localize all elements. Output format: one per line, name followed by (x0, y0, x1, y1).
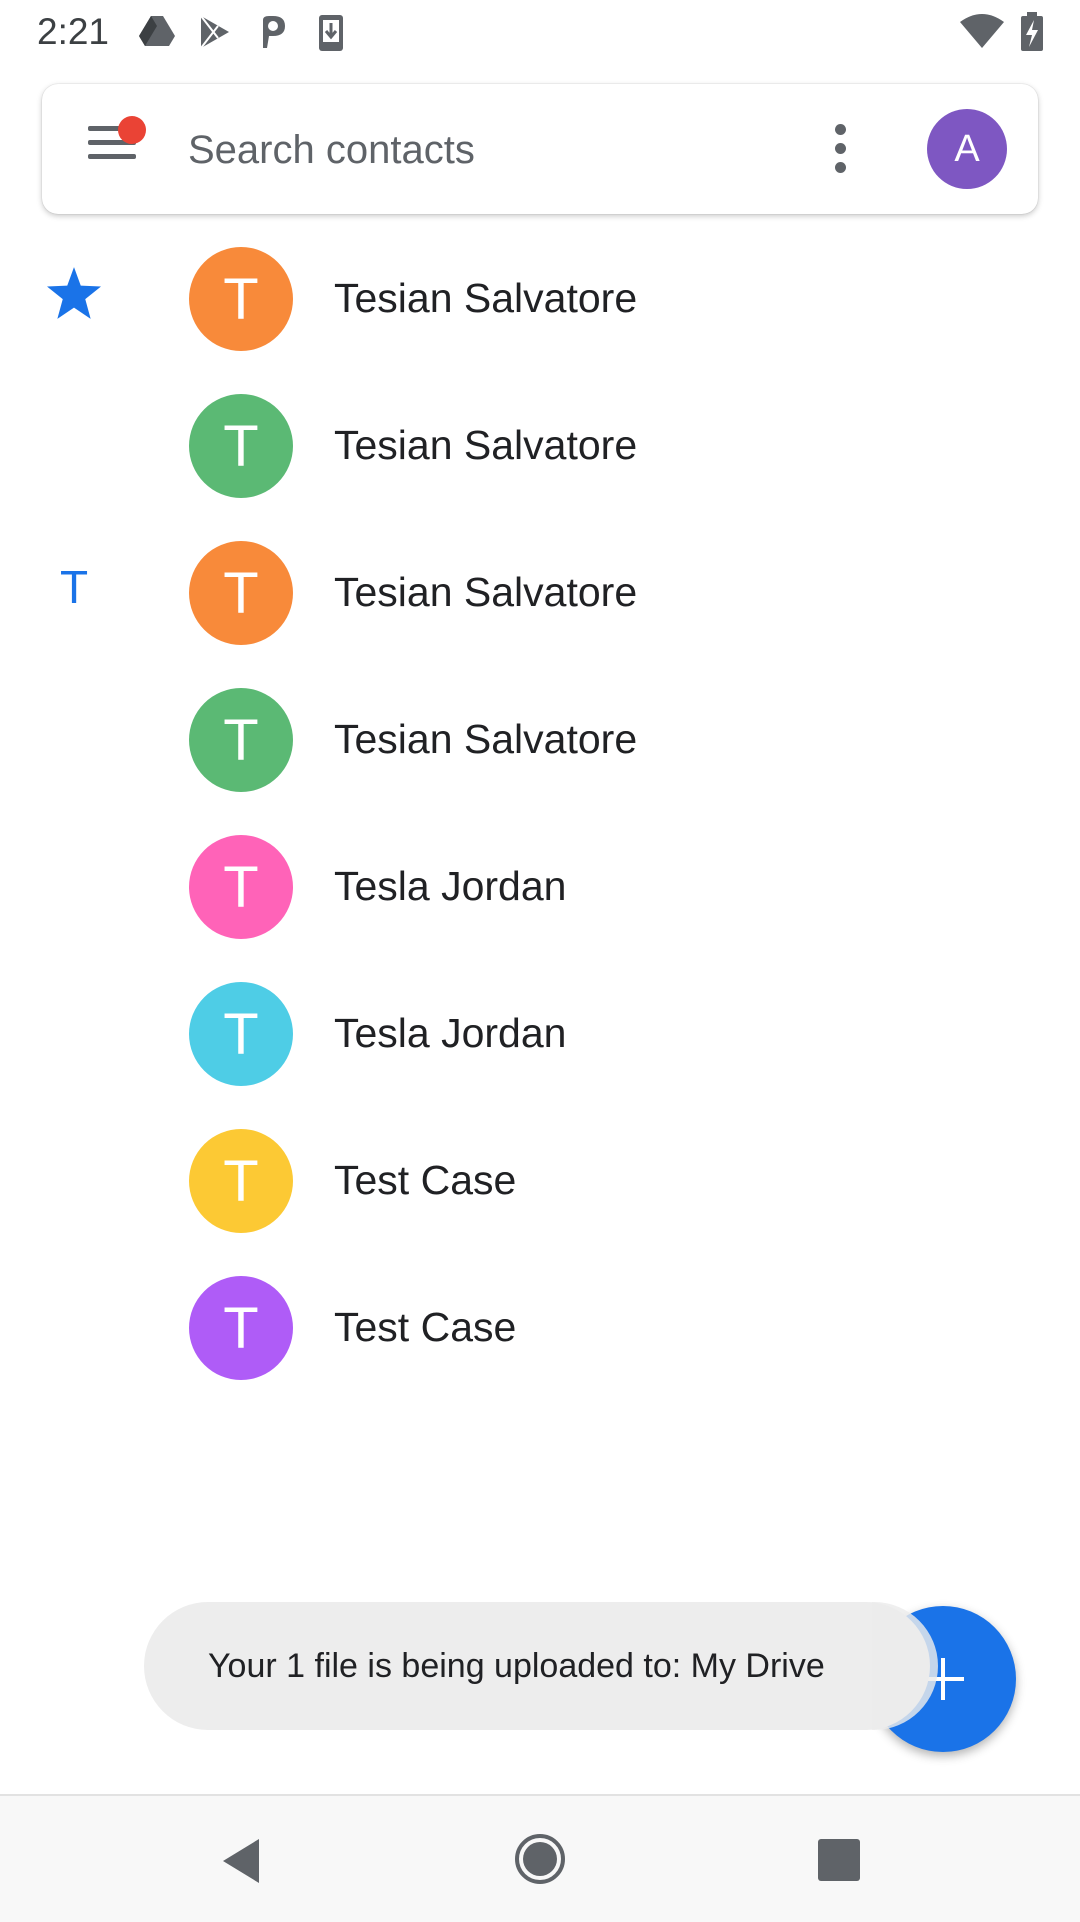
search-bar[interactable]: Search contacts A (42, 84, 1038, 214)
starred-icon (44, 263, 104, 323)
back-icon[interactable] (215, 1836, 275, 1886)
contact-avatar: T (189, 835, 293, 939)
menu-button[interactable] (88, 116, 146, 174)
contact-avatar: T (189, 1276, 293, 1380)
more-options-button[interactable] (828, 124, 852, 174)
contact-row[interactable]: T Tesian Salvatore (0, 384, 1080, 531)
contact-avatar: T (189, 688, 293, 792)
home-icon[interactable] (510, 1829, 570, 1889)
contact-row[interactable]: T Tesla Jordan (0, 972, 1080, 1119)
contact-name: Test Case (334, 1157, 517, 1203)
upload-snackbar: Your 1 file is being uploaded to: My Dri… (144, 1602, 930, 1730)
contact-row[interactable]: T Tesian Salvatore (0, 237, 1080, 384)
search-input[interactable]: Search contacts (188, 128, 475, 173)
notification-badge (118, 116, 146, 144)
drive-icon (139, 16, 175, 46)
status-time: 2:21 (37, 11, 110, 52)
contact-name: Test Case (334, 1304, 517, 1350)
contact-name: Tesian Salvatore (334, 422, 638, 468)
contact-row[interactable]: T Tesian Salvatore (0, 678, 1080, 825)
contact-avatar: T (189, 394, 293, 498)
contact-name: Tesian Salvatore (334, 716, 638, 762)
contact-row[interactable]: T T Tesian Salvatore (0, 531, 1080, 678)
system-nav-bar (0, 1794, 1080, 1922)
contacts-list: T Tesian Salvatore T Tesian Salvatore T … (0, 237, 1080, 1413)
download-icon (319, 15, 343, 51)
contact-avatar: T (189, 541, 293, 645)
battery-charging-icon (1021, 12, 1043, 51)
wifi-icon (960, 14, 1004, 48)
parking-icon (263, 16, 285, 48)
contact-row[interactable]: T Test Case (0, 1266, 1080, 1413)
contact-avatar: T (189, 1129, 293, 1233)
more-vert-icon (835, 124, 846, 135)
section-letter: T (59, 561, 89, 613)
contact-avatar: T (189, 982, 293, 1086)
contact-name: Tesla Jordan (334, 863, 567, 909)
contact-name: Tesian Salvatore (334, 569, 638, 615)
recents-icon[interactable] (812, 1836, 872, 1886)
contact-name: Tesla Jordan (334, 1010, 567, 1056)
account-avatar[interactable]: A (927, 109, 1007, 189)
contact-name: Tesian Salvatore (334, 275, 638, 321)
status-bar: 2:21 (0, 0, 1080, 64)
contact-row[interactable]: T Test Case (0, 1119, 1080, 1266)
play-store-icon (200, 15, 229, 49)
contact-row[interactable]: T Tesla Jordan (0, 825, 1080, 972)
contact-avatar: T (189, 247, 293, 351)
snackbar-message: Your 1 file is being uploaded to: My Dri… (208, 1647, 825, 1685)
